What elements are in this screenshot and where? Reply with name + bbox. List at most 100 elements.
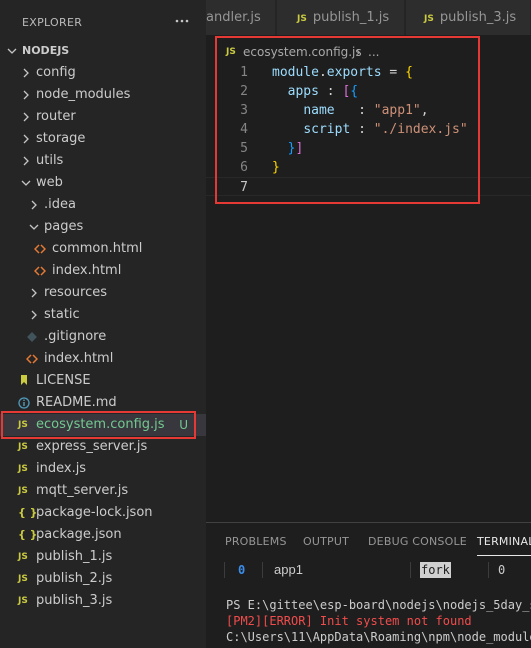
tree-item[interactable]: router: [0, 106, 206, 128]
table-divider: [488, 562, 489, 578]
line-number: 7: [240, 180, 248, 195]
tree-item[interactable]: JS index.js: [0, 458, 206, 480]
tree-item-label: publish_1.js: [36, 549, 113, 564]
bottom-panel: PROBLEMS OUTPUT DEBUG CONSOLE TERMINAL 0…: [206, 522, 531, 648]
code-token: module: [272, 65, 319, 80]
chevron-right-icon: [23, 90, 29, 100]
code-text: apps : [{: [272, 82, 358, 101]
tree-item-label: resources: [44, 285, 108, 300]
js-icon: JS: [18, 486, 28, 496]
code-token: script: [303, 122, 351, 137]
chevron-down-icon: [21, 180, 31, 186]
tab-output[interactable]: OUTPUT: [303, 535, 349, 548]
tab-label: publish_1.js: [312, 10, 390, 25]
tree-item[interactable]: resources: [0, 282, 206, 304]
code-line[interactable]: 6}: [206, 158, 531, 177]
tree-item[interactable]: utils: [0, 150, 206, 172]
git-status-badge: U: [179, 418, 188, 432]
code-line[interactable]: 7: [206, 177, 531, 196]
tree-item[interactable]: index.html: [0, 348, 206, 370]
line-number: 1: [240, 65, 248, 80]
tree-item[interactable]: common.html: [0, 238, 206, 260]
code-line[interactable]: 5 }]: [206, 139, 531, 158]
terminal-line-prompt: PS E:\gittee\esp-board\nodejs\nodejs_5da…: [226, 598, 531, 612]
tree-item[interactable]: config: [0, 62, 206, 84]
code-line[interactable]: 2 apps : [{: [206, 82, 531, 101]
tab-debug-console[interactable]: DEBUG CONSOLE: [368, 535, 467, 548]
breadcrumb-symbols[interactable]: ...: [368, 41, 379, 63]
tree-item-label: index.html: [52, 263, 122, 278]
tree-item[interactable]: JS express_server.js: [0, 436, 206, 458]
chevron-right-icon: [31, 288, 37, 298]
ellipsis-icon[interactable]: [174, 13, 190, 29]
tree-item[interactable]: index.html: [0, 260, 206, 282]
explorer-sidebar: EXPLORER NODEJS config node_modules router…: [0, 0, 206, 648]
info-icon: [18, 392, 32, 414]
tree-root-nodejs[interactable]: NODEJS: [0, 40, 206, 62]
table-divider: [410, 562, 411, 578]
js-icon: JS: [297, 14, 307, 24]
process-id: 0: [238, 563, 246, 577]
tree-item[interactable]: static: [0, 304, 206, 326]
tree-item[interactable]: .idea: [0, 194, 206, 216]
chevron-right-icon: [23, 112, 29, 122]
tree-item[interactable]: .gitignore: [0, 326, 206, 348]
code-token: ]: [295, 141, 304, 156]
tree-item-label: utils: [36, 153, 64, 168]
js-icon: JS: [18, 596, 28, 606]
line-number: 3: [240, 103, 248, 118]
tab-publish-1-js[interactable]: JS publish_1.js: [277, 0, 405, 35]
tree-item[interactable]: web: [0, 172, 206, 194]
tree-item-label: storage: [36, 131, 86, 146]
tree-item-label: mqtt_server.js: [36, 483, 129, 498]
git-diamond-icon: [26, 326, 40, 348]
tree-item[interactable]: JS publish_2.js: [0, 568, 206, 590]
tree-item[interactable]: JS ecosystem.config.js U: [0, 414, 206, 436]
tree-item[interactable]: pages: [0, 216, 206, 238]
json-braces-icon: { }: [18, 528, 38, 541]
table-divider: [224, 562, 225, 578]
code-token: "app1": [373, 103, 421, 118]
tree-item[interactable]: { } package-lock.json: [0, 502, 206, 524]
html-icon: [33, 238, 48, 260]
tree-item-label: .gitignore: [44, 329, 107, 344]
tree-item-label: publish_2.js: [36, 571, 113, 586]
tab-problems[interactable]: PROBLEMS: [225, 535, 287, 548]
code-text: script : "./index.js": [272, 120, 467, 139]
breadcrumb-separator-icon: ›: [356, 45, 361, 59]
tree-item[interactable]: JS mqtt_server.js: [0, 480, 206, 502]
js-icon: JS: [18, 574, 28, 584]
tab-label: publish_3.js: [439, 10, 517, 25]
tab-terminal[interactable]: TERMINAL: [477, 535, 531, 548]
js-icon: JS: [18, 442, 28, 452]
tab-publish-3-js[interactable]: JS publish_3.js: [406, 0, 531, 35]
code-line[interactable]: 3 name : "app1",: [206, 101, 531, 120]
process-restarts: 0: [498, 563, 506, 577]
terminal-line-error: [PM2][ERROR] Init system not found: [226, 614, 472, 628]
tree-item-label: index.js: [36, 461, 87, 476]
tab-handler-js[interactable]: andler.js: [206, 0, 276, 35]
breadcrumb-file[interactable]: ecosystem.config.js: [243, 41, 362, 63]
code-token: ,: [420, 103, 429, 118]
code-line[interactable]: 1 module.exports = {: [206, 63, 531, 82]
tree-item[interactable]: LICENSE: [0, 370, 206, 392]
code-text: module.exports = {: [272, 63, 413, 82]
process-name: app1: [274, 562, 303, 577]
tree-item[interactable]: JS publish_1.js: [0, 546, 206, 568]
tree-item[interactable]: README.md: [0, 392, 206, 414]
code-line[interactable]: 4 script : "./index.js": [206, 120, 531, 139]
code-token: apps: [287, 84, 319, 99]
tab-label: andler.js: [206, 10, 261, 25]
pm2-process-row: 0 app1 fork 0: [206, 559, 531, 581]
chevron-right-icon: [31, 310, 37, 320]
tree-item[interactable]: node_modules: [0, 84, 206, 106]
tree-item[interactable]: { } package.json: [0, 524, 206, 546]
code-editor[interactable]: 1 module.exports = {2 apps : [{3 name : "…: [206, 63, 531, 196]
tree-item[interactable]: storage: [0, 128, 206, 150]
line-number: 6: [240, 160, 248, 175]
tree-item[interactable]: JS publish_3.js: [0, 590, 206, 612]
terminal-line-path: C:\Users\11\AppData\Roaming\npm\node_mod…: [226, 630, 531, 644]
